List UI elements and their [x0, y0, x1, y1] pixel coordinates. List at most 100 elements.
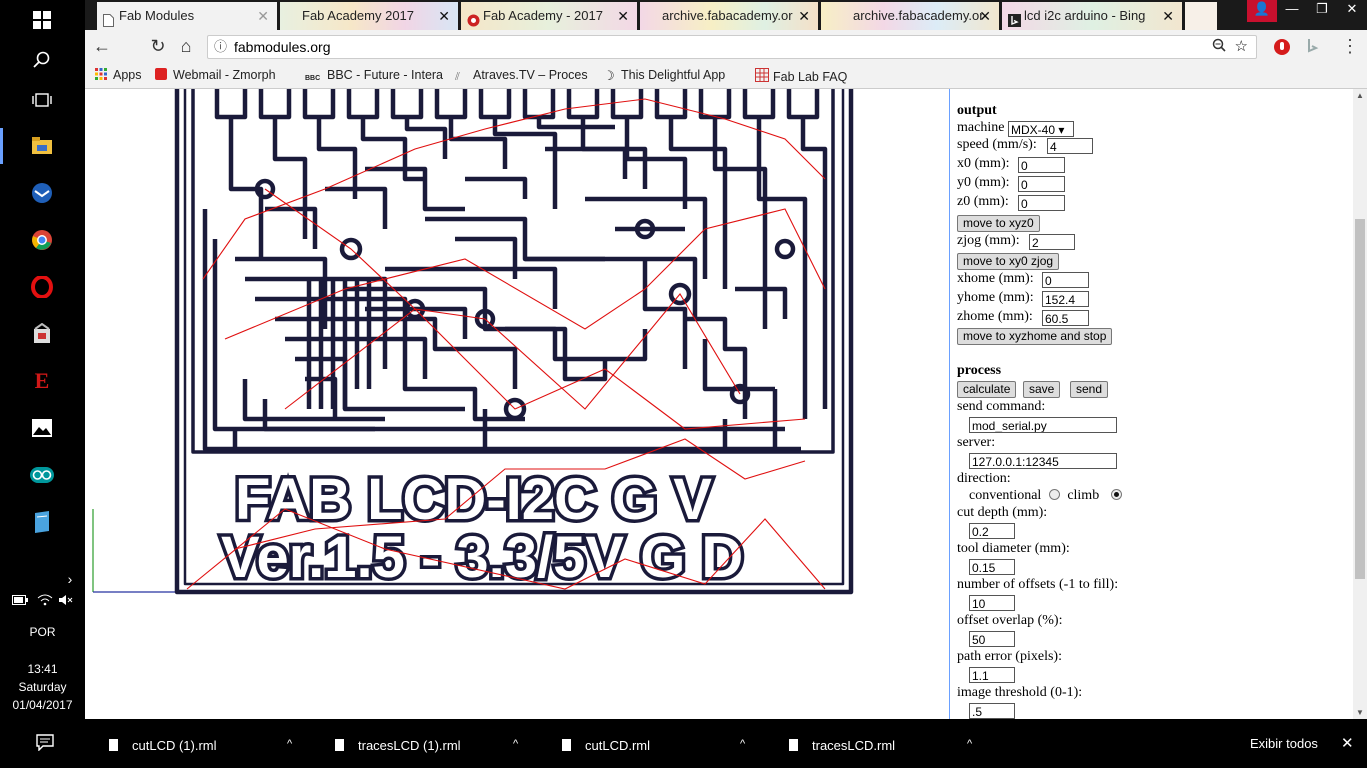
server-input[interactable]: 127.0.0.1:12345	[969, 453, 1117, 469]
close-tab-icon[interactable]: ✕	[617, 2, 629, 30]
minimize-button[interactable]: —	[1277, 0, 1307, 22]
zhome-input[interactable]: 60.5	[1042, 310, 1089, 326]
zjog-input[interactable]: 2	[1029, 234, 1075, 250]
thunderbird-icon[interactable]	[28, 179, 56, 207]
show-all-downloads-button[interactable]: Exibir todos	[1250, 736, 1318, 751]
photos-icon[interactable]	[28, 414, 56, 442]
download-item[interactable]: cutLCD.rml ^	[562, 738, 745, 753]
menu-icon[interactable]: ⋮	[1341, 36, 1359, 57]
volume-muted-icon[interactable]	[58, 594, 74, 609]
x0-input[interactable]: 0	[1018, 157, 1065, 173]
tool-diameter-input[interactable]: 0.15	[969, 559, 1015, 575]
page-scrollbar[interactable]: ▲ ▼	[1353, 89, 1367, 719]
bookmark-fab-lab-faq[interactable]: Fab Lab FAQ	[755, 68, 847, 84]
restore-button[interactable]: ❐	[1307, 0, 1337, 22]
pcb-toolpath-preview[interactable]: FAB LCD-I2C G V Ver.1.5 - 3.3/5V G D	[85, 89, 947, 719]
chrome-icon[interactable]	[28, 226, 56, 254]
send-button[interactable]: send	[1070, 381, 1109, 398]
opera-icon[interactable]	[28, 273, 56, 301]
climb-label: climb	[1067, 488, 1100, 503]
wifi-icon[interactable]	[37, 594, 53, 609]
close-tab-icon[interactable]: ✕	[438, 2, 450, 30]
close-tab-icon[interactable]: ✕	[798, 2, 810, 30]
move-to-xyzhome-and-stop-button[interactable]: move to xyzhome and stop	[957, 328, 1113, 345]
info-icon[interactable]: ⓘ	[214, 36, 227, 58]
climb-radio[interactable]	[1110, 489, 1122, 500]
tab-bing-lcd-i2c[interactable]: lcd i2c arduino - Bing ✕	[1002, 2, 1182, 30]
bookmark-star-icon[interactable]: ☆	[1235, 36, 1248, 58]
close-tab-icon[interactable]: ✕	[979, 2, 991, 30]
e-app-icon[interactable]: E	[28, 367, 56, 395]
language-indicator[interactable]: POR	[0, 625, 85, 639]
download-item[interactable]: tracesLCD (1).rml ^	[335, 738, 518, 753]
move-to-xyz0-button[interactable]: move to xyz0	[957, 215, 1040, 232]
battery-icon[interactable]	[12, 594, 28, 608]
tab-archive-fabacademy-1[interactable]: archive.fabacademy.or ✕	[640, 2, 818, 30]
bookmark-delightful-app[interactable]: ☽ This Delightful App	[603, 68, 725, 83]
arduino-icon[interactable]	[28, 461, 56, 489]
close-tab-icon[interactable]: ✕	[257, 2, 269, 30]
pcb-text-line1: FAB LCD-I2C G V	[235, 467, 712, 532]
address-bar[interactable]: ⓘ fabmodules.org ☆	[207, 35, 1257, 59]
notes-app-icon[interactable]	[28, 508, 56, 536]
tab-fab-academy-dash-2017[interactable]: Fab Academy - 2017 ✕	[461, 2, 637, 30]
scroll-up-icon[interactable]: ▲	[1356, 91, 1364, 100]
move-to-xy0-zjog-button[interactable]: move to xy0 zjog	[957, 253, 1060, 270]
zhome-label: zhome (mm):	[957, 309, 1033, 324]
chevron-up-icon[interactable]: ^	[513, 738, 518, 750]
tab-archive-fabacademy-2[interactable]: archive.fabacademy.or ✕	[821, 2, 999, 30]
yhome-input[interactable]: 152.4	[1042, 291, 1089, 307]
bookmark-atraves[interactable]: ⫽ Atraves.TV – Proces	[455, 68, 588, 83]
y0-input[interactable]: 0	[1018, 176, 1065, 192]
tab-fab-academy-2017[interactable]: Fab Academy 2017 ✕	[280, 2, 458, 30]
conventional-label: conventional	[969, 488, 1042, 503]
new-tab-button[interactable]	[1185, 2, 1217, 30]
bookmarks-bar: Apps Webmail - Zmorph BBC BBC - Future - …	[85, 64, 1367, 89]
bookmark-webmail[interactable]: Webmail - Zmorph	[155, 68, 276, 82]
page-icon	[103, 9, 116, 27]
cut-depth-input[interactable]: 0.2	[969, 523, 1015, 539]
zoom-icon[interactable]	[1212, 36, 1226, 58]
overlap-input[interactable]: 50	[969, 631, 1015, 647]
file-explorer-icon[interactable]	[28, 132, 56, 160]
clock-time[interactable]: 13:41	[0, 662, 85, 676]
bookmark-bbc-future[interactable]: BBC BBC - Future - Intera	[305, 68, 443, 87]
speed-input[interactable]: 4	[1047, 138, 1093, 154]
close-download-bar-icon[interactable]: ✕	[1341, 734, 1354, 752]
save-button[interactable]: save	[1023, 381, 1061, 398]
conventional-radio[interactable]	[1048, 489, 1060, 500]
bookmark-apps[interactable]: Apps	[95, 68, 142, 82]
scroll-down-icon[interactable]: ▼	[1356, 708, 1364, 717]
chevron-right-icon[interactable]: ›	[56, 565, 84, 593]
send-command-input[interactable]: mod_serial.py /dev/ttyUSB0	[969, 417, 1117, 433]
action-center-icon[interactable]	[31, 728, 59, 756]
threshold-input[interactable]: .5	[969, 703, 1015, 719]
app-installer-icon[interactable]	[28, 320, 56, 348]
calculate-button[interactable]: calculate	[957, 381, 1017, 398]
home-button[interactable]: ⌂	[175, 36, 197, 57]
close-tab-icon[interactable]: ✕	[1162, 2, 1174, 30]
search-icon[interactable]	[28, 46, 56, 74]
chevron-up-icon[interactable]: ^	[287, 738, 292, 750]
z0-label: z0 (mm):	[957, 194, 1009, 209]
tab-label: Fab Modules	[119, 8, 195, 23]
user-profile-icon[interactable]: 👤	[1247, 0, 1277, 22]
z0-input[interactable]: 0	[1018, 195, 1065, 211]
xhome-input[interactable]: 0	[1042, 272, 1089, 288]
download-item[interactable]: cutLCD (1).rml ^	[109, 738, 292, 753]
scrollbar-thumb[interactable]	[1355, 219, 1365, 579]
offsets-input[interactable]: 10	[969, 595, 1015, 611]
close-window-button[interactable]: ✕	[1337, 0, 1367, 22]
tab-fab-modules[interactable]: Fab Modules ✕	[97, 2, 277, 30]
extension-red-icon[interactable]	[1273, 38, 1291, 61]
path-error-input[interactable]: 1.1	[969, 667, 1015, 683]
chevron-up-icon[interactable]: ^	[967, 738, 972, 750]
back-button[interactable]: ←	[91, 36, 113, 57]
download-item[interactable]: tracesLCD.rml ^	[789, 738, 972, 753]
task-view-icon[interactable]	[28, 86, 56, 114]
reload-button[interactable]: ↻	[147, 36, 169, 57]
windows-start-icon[interactable]	[28, 6, 56, 34]
bing-extension-icon[interactable]	[1305, 38, 1321, 59]
machine-select[interactable]: MDX-40 ▾	[1008, 121, 1074, 137]
chevron-up-icon[interactable]: ^	[740, 738, 745, 750]
